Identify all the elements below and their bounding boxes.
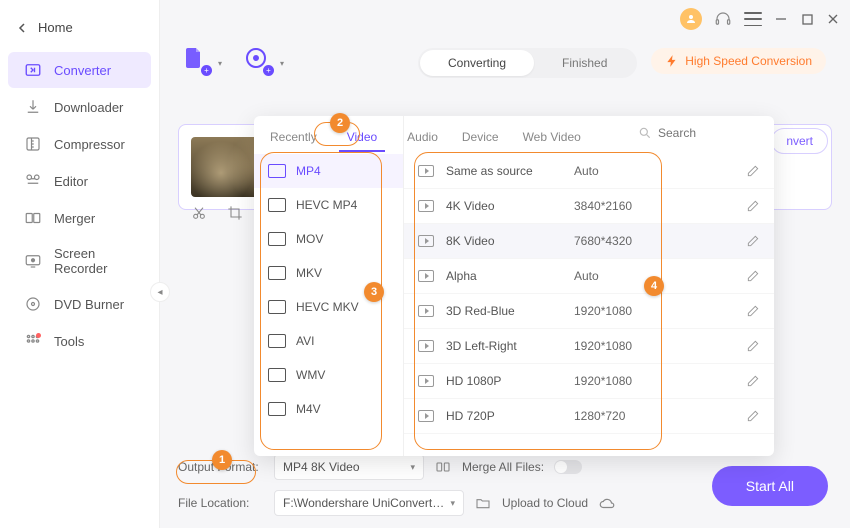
- convert-button[interactable]: nvert: [771, 128, 828, 154]
- sidebar-item-label: Editor: [54, 174, 88, 189]
- edit-icon[interactable]: [746, 374, 760, 388]
- edit-icon[interactable]: [746, 339, 760, 353]
- dvd-icon: [24, 295, 42, 313]
- converter-icon: [24, 61, 42, 79]
- downloader-icon: [24, 98, 42, 116]
- format-item-avi[interactable]: AVI: [254, 324, 403, 358]
- compressor-icon: [24, 135, 42, 153]
- sidebar-item-label: Merger: [54, 211, 95, 226]
- preset-row[interactable]: HD 1080P1920*1080: [404, 364, 774, 399]
- segmented-control: Converting Finished: [418, 48, 637, 78]
- format-item-hevc-mp4[interactable]: HEVC MP4: [254, 188, 403, 222]
- sidebar-item-downloader[interactable]: Downloader: [8, 89, 151, 125]
- add-disc-button[interactable]: +: [240, 42, 272, 74]
- tab-audio[interactable]: Audio: [405, 124, 440, 152]
- add-file-button[interactable]: +: [178, 42, 210, 74]
- annotation-4: 4: [644, 276, 664, 296]
- sidebar-item-screen-recorder[interactable]: Screen Recorder: [8, 237, 151, 285]
- preset-row[interactable]: 3D Left-Right1920*1080: [404, 329, 774, 364]
- annotation-1: 1: [212, 450, 232, 470]
- preset-row[interactable]: HD 720P1280*720: [404, 399, 774, 434]
- edit-icon[interactable]: [746, 269, 760, 283]
- file-location-label: File Location:: [178, 496, 264, 510]
- edit-icon[interactable]: [746, 234, 760, 248]
- trim-icon[interactable]: [191, 205, 207, 221]
- merger-icon: [24, 209, 42, 227]
- sidebar-item-label: Converter: [54, 63, 111, 78]
- sidebar-item-editor[interactable]: Editor: [8, 163, 151, 199]
- search-input[interactable]: [658, 126, 728, 140]
- tab-web-video[interactable]: Web Video: [521, 124, 583, 152]
- sidebar-item-label: Tools: [54, 334, 84, 349]
- back-label: Home: [38, 20, 73, 35]
- chevron-down-icon: ▾: [450, 498, 455, 509]
- preset-row[interactable]: Same as sourceAuto: [404, 154, 774, 189]
- format-item-mp4[interactable]: MP4: [254, 154, 403, 188]
- format-item-wmv[interactable]: WMV: [254, 358, 403, 392]
- sidebar-item-label: DVD Burner: [54, 297, 124, 312]
- sidebar-item-compressor[interactable]: Compressor: [8, 126, 151, 162]
- seg-converting[interactable]: Converting: [420, 50, 534, 76]
- output-format-select[interactable]: MP4 8K Video ▾: [274, 454, 424, 480]
- edit-icon[interactable]: [746, 199, 760, 213]
- screen-recorder-icon: [24, 252, 42, 270]
- edit-icon[interactable]: [746, 409, 760, 423]
- merge-icon: [434, 459, 452, 475]
- sidebar-item-dvd-burner[interactable]: DVD Burner: [8, 286, 151, 322]
- sidebar-item-converter[interactable]: Converter: [8, 52, 151, 88]
- cloud-icon[interactable]: [598, 496, 616, 510]
- annotation-2: 2: [330, 113, 350, 133]
- merge-label: Merge All Files:: [462, 460, 544, 474]
- seg-finished[interactable]: Finished: [534, 50, 635, 76]
- format-item-mov[interactable]: MOV: [254, 222, 403, 256]
- format-item-m4v[interactable]: M4V: [254, 392, 403, 426]
- cloud-label: Upload to Cloud: [502, 496, 588, 510]
- sidebar-item-label: Downloader: [54, 100, 123, 115]
- preset-row[interactable]: 8K Video7680*4320: [404, 224, 774, 259]
- chevron-down-icon[interactable]: ▾: [218, 59, 222, 68]
- sidebar-item-label: Compressor: [54, 137, 125, 152]
- preset-row[interactable]: 4K Video3840*2160: [404, 189, 774, 224]
- file-location-select[interactable]: F:\Wondershare UniConverter 1 ▾: [274, 490, 464, 516]
- back-home[interactable]: Home: [0, 10, 159, 51]
- high-speed-badge[interactable]: High Speed Conversion: [651, 48, 826, 74]
- popup-tabs: Recently Video Audio Device Web Video: [268, 124, 583, 152]
- tab-device[interactable]: Device: [460, 124, 501, 152]
- start-all-button[interactable]: Start All: [712, 466, 828, 506]
- chevron-down-icon[interactable]: ▾: [280, 59, 284, 68]
- format-popup: MP4 HEVC MP4 MOV MKV HEVC MKV AVI WMV M4…: [254, 116, 774, 456]
- editor-icon: [24, 172, 42, 190]
- search-icon: [638, 126, 652, 140]
- annotation-3: 3: [364, 282, 384, 302]
- tab-recently[interactable]: Recently: [268, 124, 319, 152]
- folder-icon[interactable]: [474, 495, 492, 511]
- merge-toggle[interactable]: [554, 460, 582, 474]
- sidebar: Home Converter Downloader Compressor Edi…: [0, 0, 160, 528]
- popup-search: [638, 126, 728, 140]
- sidebar-item-label: Screen Recorder: [54, 246, 135, 276]
- crop-icon[interactable]: [227, 205, 243, 221]
- high-speed-label: High Speed Conversion: [685, 54, 812, 68]
- preset-row[interactable]: AlphaAuto: [404, 259, 774, 294]
- preset-list: Same as sourceAuto 4K Video3840*2160 8K …: [404, 116, 774, 456]
- edit-icon[interactable]: [746, 304, 760, 318]
- edit-icon[interactable]: [746, 164, 760, 178]
- preset-row[interactable]: 3D Red-Blue1920*1080: [404, 294, 774, 329]
- sidebar-item-tools[interactable]: Tools: [8, 323, 151, 359]
- chevron-down-icon: ▾: [410, 462, 415, 473]
- sidebar-item-merger[interactable]: Merger: [8, 200, 151, 236]
